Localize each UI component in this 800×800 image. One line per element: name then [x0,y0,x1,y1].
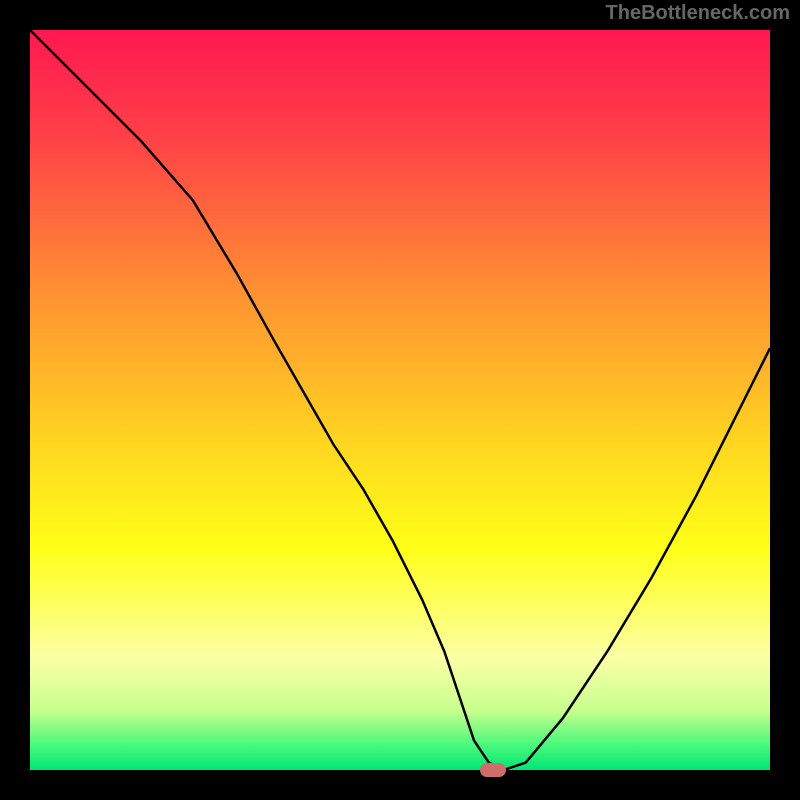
watermark-text: TheBottleneck.com [606,2,790,25]
optimal-marker [480,763,506,777]
chart-frame: TheBottleneck.com [0,0,800,800]
chart-svg [30,30,770,770]
plot-area [30,30,770,770]
